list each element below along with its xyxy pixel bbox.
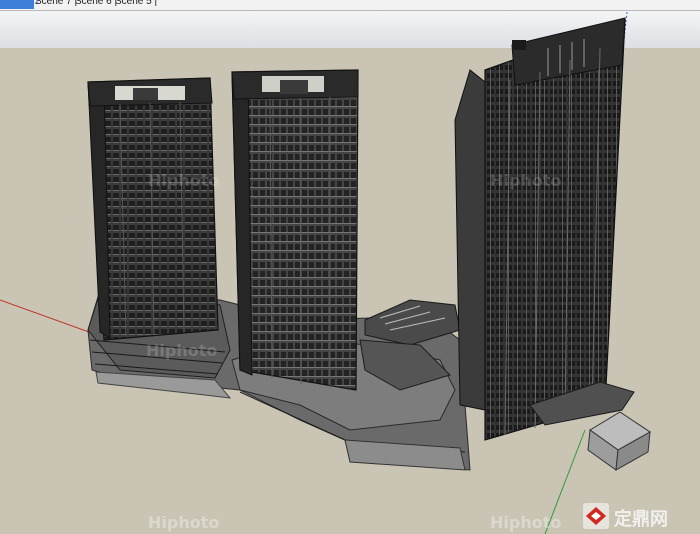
model-viewport[interactable]: Hiphoto Hiphoto Hiphoto Hiphoto Hiphoto … — [0, 11, 700, 534]
tower-1-roof-box — [133, 88, 158, 100]
scene-tabs-bar: Scene 1 Scene 7 | Scene 6 | Scene 5 | — [0, 0, 700, 11]
watermark-middle: Hiphoto — [146, 341, 217, 360]
scene-tab-active[interactable]: Scene 1 — [0, 0, 40, 9]
brand-logo-text: 定鼎网 — [614, 508, 668, 530]
watermark-lower-left: Hiphoto — [148, 513, 219, 532]
tower-2-roof-box — [280, 80, 308, 94]
scene-tab-5[interactable]: Scene 5 | — [112, 0, 160, 9]
watermark-upper-left: Hiphoto — [148, 171, 219, 190]
watermark-upper-right: Hiphoto — [490, 171, 561, 190]
tower-3-roof-mast — [512, 40, 526, 50]
watermark-lower-right: Hiphoto — [490, 513, 561, 532]
